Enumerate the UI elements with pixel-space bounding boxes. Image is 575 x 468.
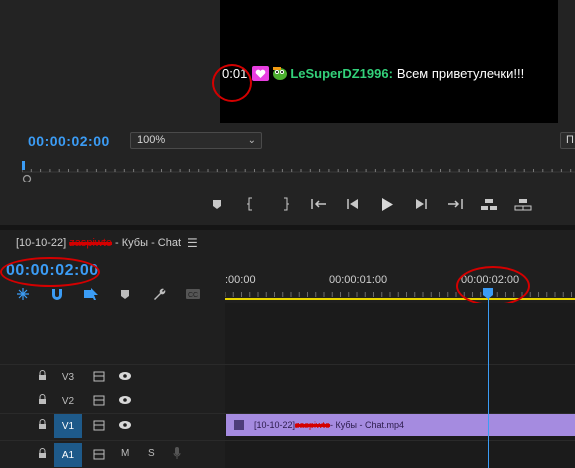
mute-button[interactable]: M: [121, 448, 129, 459]
step-forward-icon: [416, 199, 427, 209]
eye-icon[interactable]: [118, 420, 132, 430]
zoom-value: 100%: [137, 134, 166, 146]
svg-text:CC: CC: [188, 292, 198, 299]
track-label-v2[interactable]: V2: [54, 389, 82, 413]
play-button[interactable]: [370, 193, 404, 215]
fx-badge-icon: [234, 420, 244, 430]
captions-button[interactable]: CC: [176, 288, 210, 300]
lock-icon[interactable]: [38, 394, 47, 405]
zoom-handle-icon: [22, 174, 32, 182]
chat-message: Всем приветулечки!!!: [396, 66, 525, 81]
extract-icon: [514, 198, 532, 210]
film-icon[interactable]: [93, 371, 105, 382]
solo-button[interactable]: S: [148, 448, 155, 459]
eye-icon[interactable]: [118, 395, 132, 405]
work-area-bar: [225, 298, 575, 300]
transport-controls: [200, 193, 570, 215]
marker-icon: [213, 199, 221, 209]
track-header-v1: V1: [0, 414, 225, 438]
chevron-down-icon: ⌄: [247, 135, 256, 146]
step-back-icon: [347, 199, 358, 209]
annotation-circle-timecode: [0, 257, 100, 287]
track-header-a1: A1 M S: [0, 443, 225, 467]
extract-button[interactable]: [506, 193, 540, 215]
play-icon: [382, 197, 393, 211]
program-timecode[interactable]: 00:00:02:00: [28, 133, 110, 149]
track-label-v1[interactable]: V1: [54, 414, 82, 438]
video-clip[interactable]: [10-10-22] zaspiwte - Кубы - Chat.mp4: [226, 414, 575, 436]
go-to-in-icon: [311, 199, 326, 209]
annotation-circle-ruler: [456, 266, 530, 306]
sequence-tab[interactable]: [10-10-22] zaspiwte - Кубы - Chat: [16, 237, 181, 249]
clip-name-redacted: zaspiwte: [295, 420, 331, 430]
add-marker-timeline-button[interactable]: [108, 289, 142, 300]
marker-icon: [121, 289, 129, 299]
go-to-out-icon: [448, 199, 463, 209]
film-icon[interactable]: [93, 449, 105, 460]
step-forward-button[interactable]: [404, 193, 438, 215]
mark-in-icon: [247, 197, 252, 211]
heart-badge-icon: [252, 66, 270, 81]
mark-out-button[interactable]: [268, 193, 302, 215]
track-header-v3: V3: [0, 365, 225, 389]
captions-icon: CC: [186, 289, 200, 299]
mark-in-button[interactable]: [234, 193, 268, 215]
sequence-tab-start: [10-10-22]: [16, 237, 70, 249]
nest-toggle[interactable]: [6, 287, 40, 301]
program-mini-ruler[interactable]: [22, 160, 575, 182]
add-marker-button[interactable]: [200, 193, 234, 215]
linked-selection-icon: [84, 288, 98, 300]
video-preview[interactable]: [220, 0, 558, 123]
film-icon[interactable]: [93, 395, 105, 406]
nest-icon: [17, 288, 29, 300]
lock-icon[interactable]: [38, 448, 47, 459]
track-label-v3[interactable]: V3: [54, 365, 82, 389]
annotation-circle-chat-time: [212, 64, 252, 102]
track-label-a1[interactable]: A1: [54, 443, 82, 467]
zoom-select[interactable]: 100% ⌄: [130, 132, 262, 149]
lift-icon: [481, 198, 497, 210]
sequence-tab-rest: - Кубы - Chat: [112, 237, 182, 249]
track-area[interactable]: [225, 303, 575, 468]
panel-menu-icon[interactable]: ☰: [187, 236, 198, 250]
go-to-in-button[interactable]: [302, 193, 336, 215]
go-to-out-button[interactable]: [438, 193, 472, 215]
eye-icon[interactable]: [118, 371, 132, 381]
ruler-label-0: :00:00: [225, 274, 256, 286]
clip-name-start: [10-10-22]: [254, 420, 296, 430]
step-back-button[interactable]: [336, 193, 370, 215]
ruler-label-1: 00:00:01:00: [329, 274, 388, 286]
program-playhead-marker: [22, 161, 25, 170]
clip-name-rest: - Кубы - Chat.mp4: [330, 420, 405, 430]
chat-overlay: 0:01 LeSuperDZ1996: Всем приветулечки!!!: [222, 66, 524, 81]
lift-button[interactable]: [472, 193, 506, 215]
microphone-icon[interactable]: [173, 447, 181, 460]
snap-toggle[interactable]: [40, 287, 74, 301]
timeline-settings-button[interactable]: [142, 287, 176, 301]
fit-select[interactable]: П: [560, 132, 575, 149]
chat-username: LeSuperDZ1996:: [290, 66, 393, 81]
sequence-tab-redacted: zaspiwte: [69, 237, 112, 249]
magnet-icon: [52, 289, 62, 300]
timeline-tools: CC: [6, 286, 220, 302]
track-header-v2: V2: [0, 389, 225, 413]
wrench-icon: [154, 288, 166, 300]
playhead-line[interactable]: [488, 292, 489, 468]
mark-out-icon: [284, 197, 289, 211]
lock-icon[interactable]: [38, 370, 47, 381]
film-icon[interactable]: [93, 420, 105, 431]
linked-selection-toggle[interactable]: [74, 287, 108, 301]
pepe-emote-icon: [273, 67, 288, 80]
lock-icon[interactable]: [38, 419, 47, 430]
